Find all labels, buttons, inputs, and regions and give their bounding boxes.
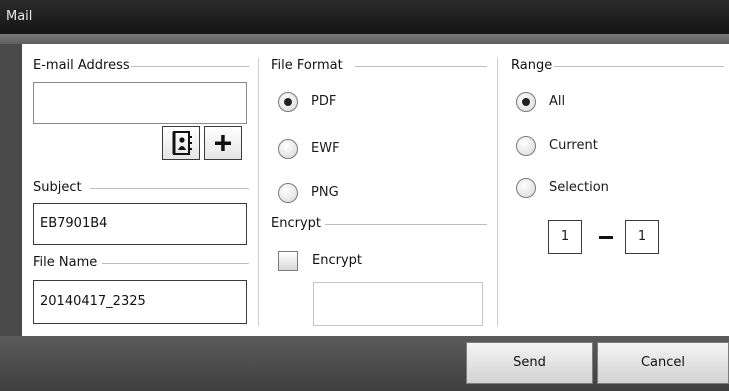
radio-png[interactable] xyxy=(278,183,298,203)
radio-selected-dot xyxy=(284,98,292,106)
encrypt-checkbox[interactable] xyxy=(278,251,298,271)
group-rule xyxy=(90,188,249,189)
file-name-group-label: File Name xyxy=(33,255,98,270)
subject-field-value: EB7901B4 xyxy=(40,216,108,231)
dialog-panel: E-mail Address Subject EB7901B4 File Nam… xyxy=(22,44,729,336)
address-book-button[interactable] xyxy=(162,126,200,160)
group-rule xyxy=(102,263,249,264)
range-label-current: Current xyxy=(549,138,598,153)
format-label-ewf: EWF xyxy=(311,141,340,156)
group-rule xyxy=(554,66,724,67)
encrypt-password-field[interactable] xyxy=(313,282,483,326)
email-group-label: E-mail Address xyxy=(33,58,130,73)
email-field[interactable] xyxy=(33,82,247,124)
radio-current[interactable] xyxy=(516,136,536,156)
send-button[interactable]: Send xyxy=(466,342,593,384)
subject-field[interactable]: EB7901B4 xyxy=(33,203,247,245)
file-name-field[interactable]: 20140417_2325 xyxy=(33,280,247,324)
address-book-icon xyxy=(172,131,192,155)
range-to-field[interactable]: 1 xyxy=(625,220,659,254)
range-dash xyxy=(599,236,613,239)
group-rule xyxy=(355,66,487,67)
cancel-button[interactable]: Cancel xyxy=(597,342,729,384)
group-rule xyxy=(131,66,249,67)
radio-all[interactable] xyxy=(516,92,536,112)
range-label-selection: Selection xyxy=(549,180,609,195)
file-format-group-label: File Format xyxy=(271,58,343,73)
add-address-button[interactable] xyxy=(204,126,242,160)
range-label-all: All xyxy=(549,94,566,109)
radio-ewf[interactable] xyxy=(278,139,298,159)
frame-strip xyxy=(0,34,729,44)
encrypt-group-label: Encrypt xyxy=(271,216,321,231)
column-divider xyxy=(258,58,259,326)
radio-selection[interactable] xyxy=(516,178,536,198)
title-bar: Mail xyxy=(0,0,729,34)
file-name-field-value: 20140417_2325 xyxy=(40,294,146,309)
format-label-png: PNG xyxy=(311,185,339,200)
encrypt-checkbox-label: Encrypt xyxy=(312,253,362,268)
range-group-label: Range xyxy=(511,58,553,73)
plus-icon xyxy=(215,135,231,151)
subject-group-label: Subject xyxy=(33,180,82,195)
column-divider xyxy=(497,58,498,326)
window-title: Mail xyxy=(6,9,33,24)
radio-pdf[interactable] xyxy=(278,92,298,112)
range-from-field[interactable]: 1 xyxy=(548,220,582,254)
format-label-pdf: PDF xyxy=(311,94,337,109)
radio-selected-dot xyxy=(522,98,530,106)
group-rule xyxy=(325,224,487,225)
